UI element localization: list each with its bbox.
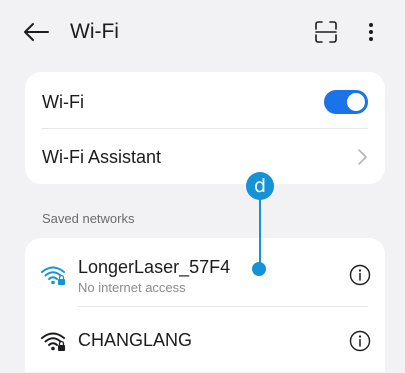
arrow-left-icon[interactable] bbox=[22, 20, 50, 44]
wifi-settings-card: Wi-Fi Wi-Fi Assistant bbox=[25, 72, 385, 184]
network-item[interactable]: CHANGLANG bbox=[25, 307, 385, 372]
annotation-badge: d bbox=[246, 172, 274, 200]
network-item[interactable]: LongerLaser_57F4 No internet access bbox=[25, 238, 385, 306]
wifi-toggle-row[interactable]: Wi-Fi bbox=[25, 72, 385, 128]
network-name: LongerLaser_57F4 bbox=[78, 257, 231, 277]
top-app-bar: Wi-Fi bbox=[0, 0, 405, 64]
wifi-locked-icon bbox=[41, 332, 65, 351]
annotation-line bbox=[259, 194, 261, 268]
wifi-label: Wi-Fi bbox=[42, 92, 84, 112]
chevron-right-icon bbox=[358, 149, 367, 165]
network-status: No internet access bbox=[78, 280, 186, 295]
info-icon[interactable] bbox=[349, 264, 371, 286]
wifi-toggle[interactable] bbox=[324, 90, 368, 114]
info-icon[interactable] bbox=[349, 330, 371, 352]
toggle-knob bbox=[347, 93, 365, 111]
saved-networks-heading: Saved networks bbox=[42, 211, 135, 226]
wifi-assistant-label: Wi-Fi Assistant bbox=[42, 147, 162, 167]
wifi-assistant-row[interactable]: Wi-Fi Assistant bbox=[25, 129, 385, 184]
more-vertical-icon[interactable] bbox=[365, 20, 377, 44]
page-title: Wi-Fi bbox=[70, 20, 119, 43]
annotation-dot bbox=[252, 262, 266, 276]
network-name: CHANGLANG bbox=[78, 330, 193, 350]
scan-icon[interactable] bbox=[314, 20, 338, 44]
saved-networks-card: LongerLaser_57F4 No internet access CHAN… bbox=[25, 238, 385, 372]
wifi-locked-icon bbox=[41, 266, 65, 285]
